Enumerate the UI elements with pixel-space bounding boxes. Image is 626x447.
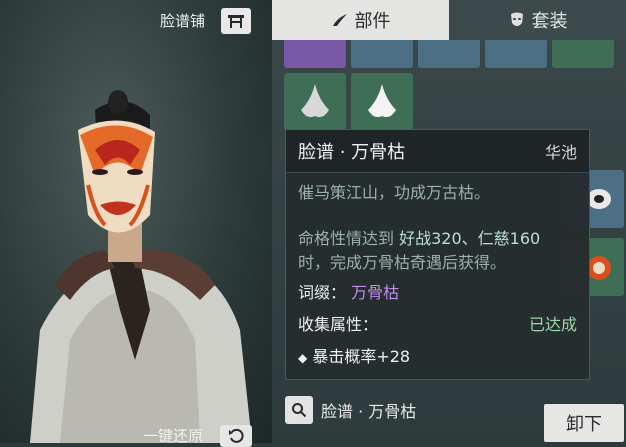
item-tile[interactable] — [418, 40, 480, 68]
item-row-top — [284, 40, 626, 70]
tooltip-collection: 收集属性： 已达成 — [298, 313, 577, 337]
affix-label: 词缀： — [298, 283, 347, 302]
item-tile[interactable] — [284, 40, 346, 68]
tooltip-affix: 词缀： 万骨枯 — [298, 281, 577, 305]
character-figure — [30, 90, 252, 443]
face-shop-label: 脸谱铺 — [160, 12, 206, 30]
collection-status: 已达成 — [528, 315, 577, 334]
bonus-bullet-icon: ◆ — [298, 351, 308, 365]
tooltip-body: 催马策江山，功成万古枯。 命格性情达到 好战320、仁慈160 时，完成万骨枯奇… — [286, 173, 589, 378]
condition-values: 好战320、仁慈160 — [399, 229, 541, 248]
search-icon — [292, 403, 307, 418]
character-preview — [0, 0, 272, 443]
search-query: 脸谱 · 万骨枯 — [321, 402, 417, 421]
nose-icon — [368, 84, 396, 118]
tab-bar: 部件 套装 — [272, 0, 626, 40]
face-shop-button[interactable] — [221, 8, 251, 34]
unload-button[interactable]: 卸下 — [544, 404, 624, 442]
shop-gate-icon — [228, 15, 244, 28]
tab-parts-label: 部件 — [354, 11, 391, 32]
condition-suffix: 时，完成万骨枯奇遇后获得。 — [298, 253, 507, 272]
collection-label: 收集属性： — [298, 315, 379, 334]
tab-sets[interactable]: 套装 — [449, 0, 626, 40]
tooltip-bonus: ◆ 暴击概率+28 — [298, 345, 577, 370]
item-tile[interactable] — [351, 40, 413, 68]
affix-value: 万骨枯 — [351, 283, 400, 302]
tooltip-origin: 华池 — [544, 143, 577, 162]
mask-icon — [510, 12, 523, 26]
item-tile[interactable] — [485, 40, 547, 68]
item-tooltip: 脸谱 · 万骨枯 华池 催马策江山，功成万古枯。 命格性情达到 好战320、仁慈… — [285, 129, 590, 380]
tooltip-title: 脸谱 · 万骨枯 — [298, 142, 406, 163]
item-tile[interactable] — [552, 40, 614, 68]
tooltip-condition: 命格性情达到 好战320、仁慈160 时，完成万骨枯奇遇后获得。 — [298, 227, 577, 275]
tab-sets-label: 套装 — [531, 11, 568, 32]
item-tile-nose-a[interactable] — [284, 73, 346, 131]
nose-icon — [301, 84, 329, 118]
tooltip-header: 脸谱 · 万骨枯 华池 — [286, 130, 589, 173]
item-tile-nose-b[interactable] — [351, 73, 413, 131]
undo-icon — [229, 428, 244, 443]
restore-all-button[interactable] — [220, 425, 252, 447]
search-button[interactable] — [285, 396, 313, 424]
bonus-value: 暴击概率+28 — [312, 347, 411, 366]
search-bar[interactable]: 脸谱 · 万骨枯 — [285, 395, 530, 425]
tooltip-flavor-text: 催马策江山，功成万古枯。 — [298, 183, 491, 202]
tab-parts[interactable]: 部件 — [272, 0, 449, 40]
condition-prefix: 命格性情达到 — [298, 229, 395, 248]
brush-icon — [332, 14, 347, 26]
